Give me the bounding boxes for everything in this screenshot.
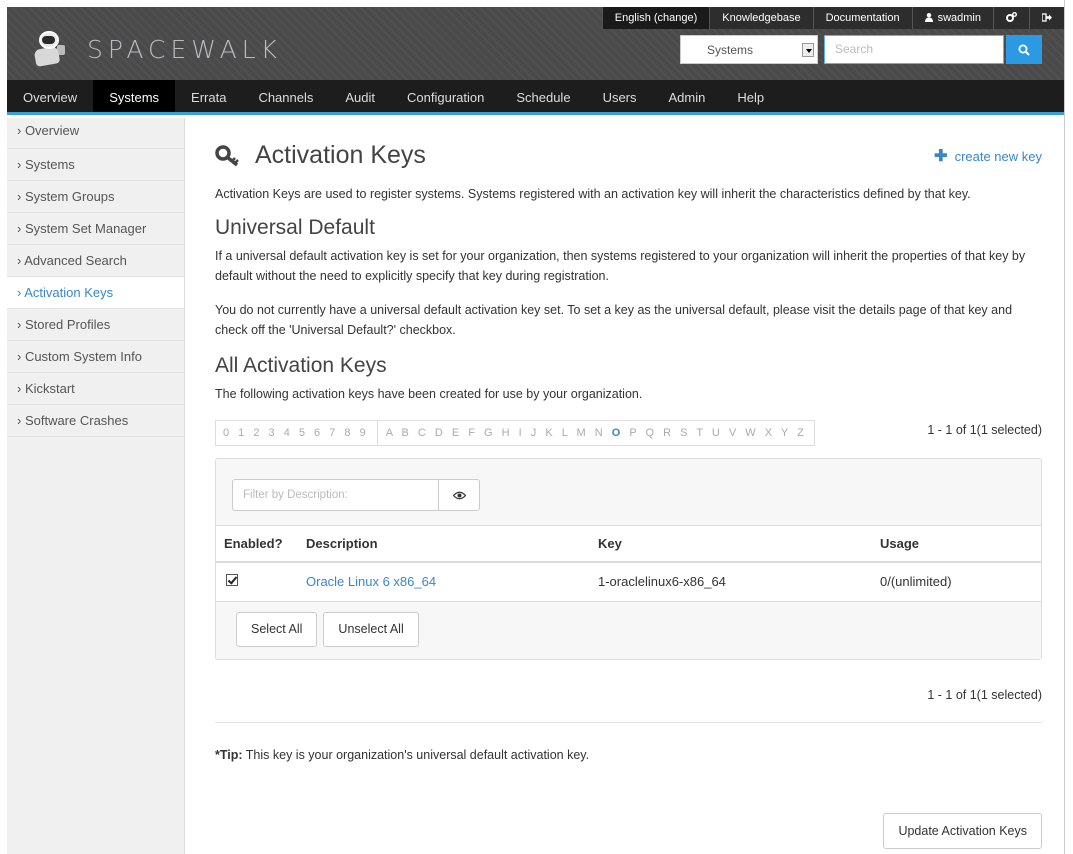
search-icon: [1018, 44, 1030, 56]
sidebar-item-kickstart[interactable]: › Kickstart: [7, 373, 184, 405]
scrollbar[interactable]: [1064, 0, 1073, 854]
all-keys-description: The following activation keys have been …: [215, 387, 643, 401]
update-activation-keys-button[interactable]: Update Activation Keys: [883, 813, 1042, 849]
sidebar-item-stored-profiles[interactable]: › Stored Profiles: [7, 309, 184, 341]
main-content: Activation Keys ✚ create new key Activat…: [215, 130, 1042, 849]
top-links: English (change) Knowledgebase Documenta…: [601, 7, 1064, 29]
gears-icon: [1006, 12, 1017, 22]
plus-icon: ✚: [934, 148, 948, 165]
alphabet-pager: 0 1 2 3 4 5 6 7 8 9 A B C D E F G H I J …: [215, 420, 815, 446]
sidebar-item-system-groups[interactable]: › System Groups: [7, 181, 184, 213]
nav-help[interactable]: Help: [721, 80, 780, 112]
search-input[interactable]: Search: [824, 35, 1004, 64]
logo-text: SPACEWALK: [87, 34, 283, 64]
filter-button[interactable]: [438, 479, 480, 511]
sidebar-item-advanced-search[interactable]: › Advanced Search: [7, 245, 184, 277]
select-all-button[interactable]: Select All: [236, 612, 318, 647]
main-nav: Overview Systems Errata Channels Audit C…: [7, 80, 1064, 115]
search-scope-value: Systems: [707, 42, 754, 57]
universal-default-status: You do not currently have a universal de…: [215, 303, 1013, 337]
search-area: Systems Search: [680, 35, 1042, 64]
all-keys-heading: All Activation Keys: [215, 354, 387, 377]
enabled-checkbox[interactable]: [226, 574, 238, 587]
search-scope-select[interactable]: Systems: [680, 35, 818, 64]
col-enabled[interactable]: Enabled?: [216, 525, 298, 563]
table-row: Oracle Linux 6 x86_64 1-oraclelinux6-x86…: [216, 561, 1041, 602]
sidebar-item-custom-system-info[interactable]: › Custom System Info: [7, 341, 184, 373]
nav-admin[interactable]: Admin: [653, 80, 722, 112]
search-button[interactable]: [1006, 35, 1042, 64]
tip-text: *Tip: This key is your organization's un…: [215, 745, 1042, 765]
intro-text: Activation Keys are used to register sys…: [215, 187, 971, 201]
col-key[interactable]: Key: [590, 525, 872, 563]
dropdown-arrow-icon: [802, 43, 814, 57]
keys-panel: Filter by Description: Enabled? Descript…: [215, 458, 1042, 660]
create-new-key-label: create new key: [954, 148, 1042, 164]
user-menu[interactable]: swadmin: [911, 7, 993, 29]
col-usage[interactable]: Usage: [872, 525, 1041, 563]
language-link[interactable]: English (change): [601, 7, 710, 29]
nav-schedule[interactable]: Schedule: [500, 80, 586, 112]
tip-body: This key is your organization's universa…: [242, 748, 590, 762]
sidebar: › Overview › Systems › System Groups › S…: [7, 118, 185, 854]
alpha-digits[interactable]: 0 1 2 3 4 5 6 7 8 9: [223, 427, 369, 439]
nav-systems[interactable]: Systems: [93, 80, 176, 112]
eye-icon: [452, 491, 466, 499]
key-icon: [215, 144, 239, 166]
page-title: Activation Keys: [215, 130, 1042, 170]
sidebar-item-system-set-manager[interactable]: › System Set Manager: [7, 213, 184, 245]
nav-audit[interactable]: Audit: [329, 80, 391, 112]
sidebar-item-overview[interactable]: › Overview: [7, 118, 184, 149]
universal-default-heading: Universal Default: [215, 216, 375, 239]
page-title-text: Activation Keys: [255, 141, 426, 169]
activation-keys-table: Enabled? Description Key Usage Oracle Li…: [216, 525, 1041, 602]
page-count-bottom: 1 - 1 of 1(1 selected): [927, 688, 1042, 702]
universal-default-description: If a universal default activation key is…: [215, 249, 1026, 283]
create-new-key-link[interactable]: ✚ create new key: [934, 146, 1042, 166]
alpha-letters-before[interactable]: A B C D E F G H I J K L M N: [386, 427, 606, 439]
nav-channels[interactable]: Channels: [242, 80, 329, 112]
nav-users[interactable]: Users: [587, 80, 653, 112]
tip-label: *Tip:: [215, 748, 243, 762]
sign-out-icon: [1041, 13, 1052, 22]
key-description-link[interactable]: Oracle Linux 6 x86_64: [306, 574, 436, 589]
nav-overview[interactable]: Overview: [7, 80, 93, 112]
key-usage: 0/(unlimited): [872, 561, 1041, 602]
sidebar-item-software-crashes[interactable]: › Software Crashes: [7, 405, 184, 437]
nav-errata[interactable]: Errata: [175, 80, 242, 112]
knowledgebase-link[interactable]: Knowledgebase: [709, 7, 813, 29]
user-icon: [924, 13, 933, 22]
sign-out-button[interactable]: [1029, 7, 1064, 29]
documentation-link[interactable]: Documentation: [812, 7, 912, 29]
filter-input[interactable]: Filter by Description:: [232, 479, 438, 511]
sidebar-item-activation-keys[interactable]: › Activation Keys: [7, 277, 184, 309]
col-description[interactable]: Description: [298, 525, 590, 563]
alpha-letter-o[interactable]: O: [612, 427, 624, 439]
sidebar-item-systems[interactable]: › Systems: [7, 149, 184, 181]
astronaut-icon: [29, 29, 73, 69]
page-count-top: 1 - 1 of 1(1 selected): [927, 423, 1042, 437]
unselect-all-button[interactable]: Unselect All: [323, 612, 419, 647]
header-bar: SPACEWALK English (change) Knowledgebase…: [7, 7, 1064, 80]
spacewalk-logo[interactable]: SPACEWALK: [29, 29, 282, 69]
key-value: 1-oraclelinux6-x86_64: [590, 561, 872, 602]
username: swadmin: [937, 12, 981, 24]
preferences-button[interactable]: [993, 7, 1029, 29]
nav-configuration[interactable]: Configuration: [391, 80, 500, 112]
alpha-letters-after[interactable]: P Q R S T U V W X Y Z: [629, 427, 807, 439]
